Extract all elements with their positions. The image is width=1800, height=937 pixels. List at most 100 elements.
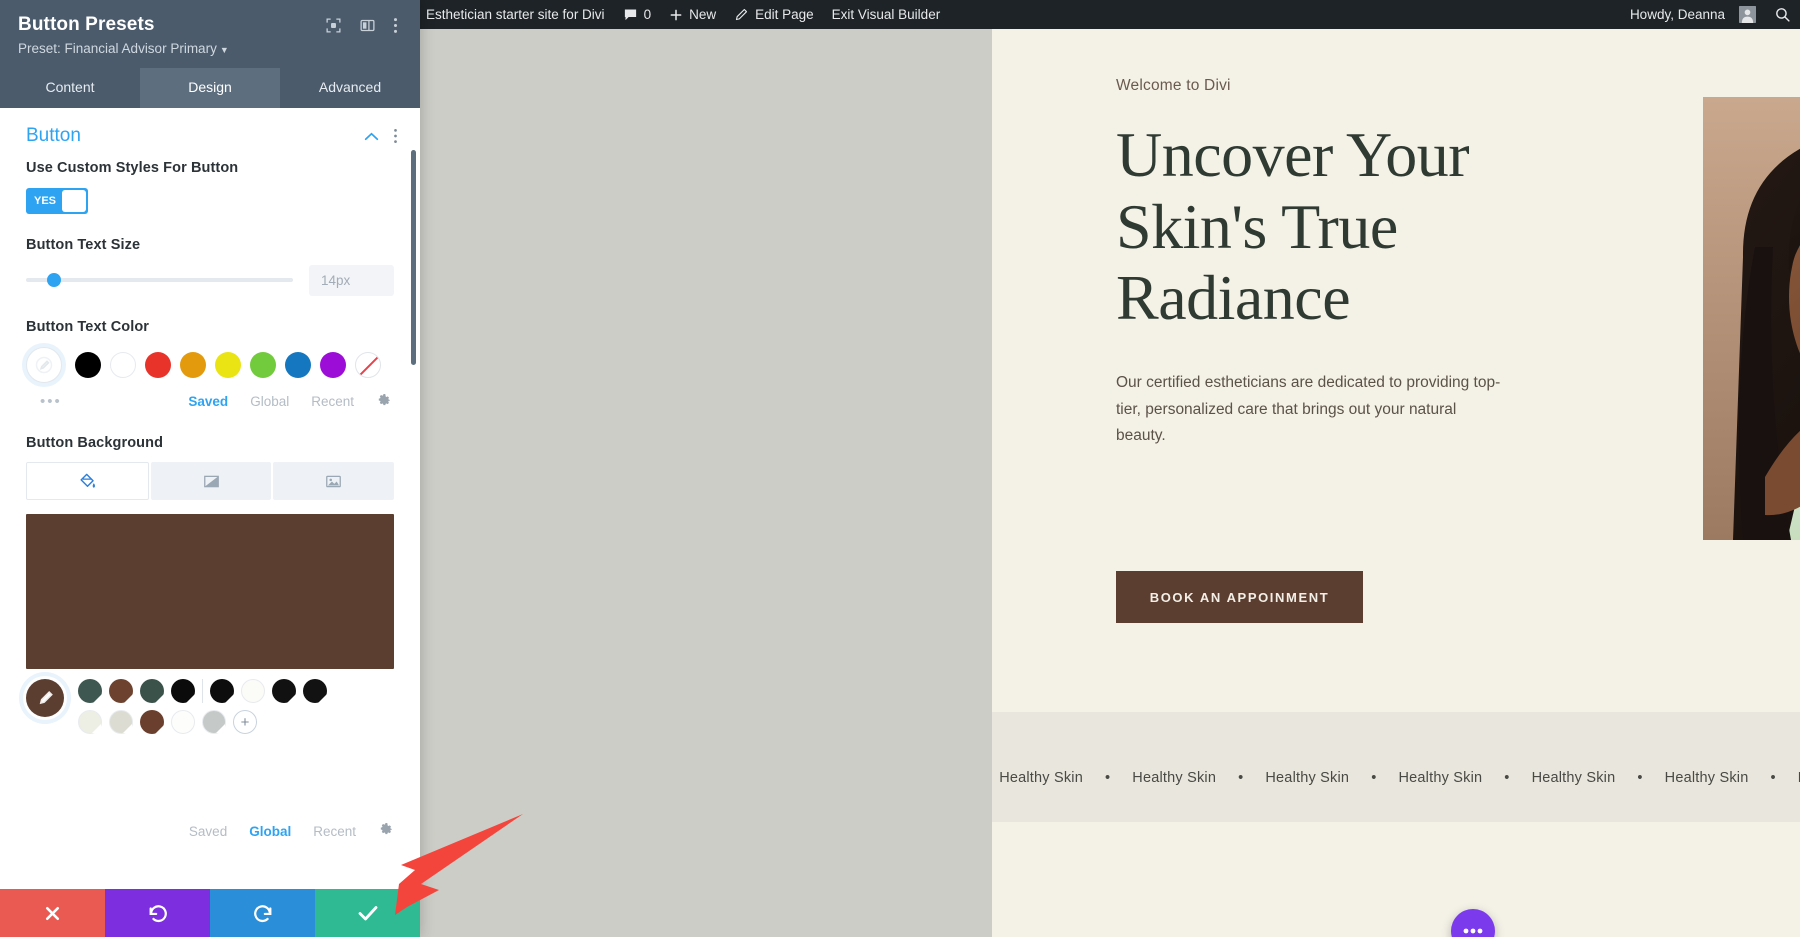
panel-tabs: Content Design Advanced <box>0 68 420 108</box>
button-section-header[interactable]: Button <box>0 108 420 159</box>
palette-cell[interactable] <box>210 679 234 703</box>
bg-link-recent[interactable]: Recent <box>313 824 356 839</box>
search-item[interactable] <box>1765 0 1800 29</box>
slider-track <box>26 278 293 282</box>
palette-cell[interactable] <box>202 710 226 734</box>
preset-selector[interactable]: Preset: Financial Advisor Primary▼ <box>18 41 402 56</box>
page-preview: Welcome to Divi Uncover Your Skin's True… <box>992 29 1800 937</box>
swatch-green[interactable] <box>250 352 276 378</box>
palette-cell[interactable] <box>78 710 102 734</box>
field-button-text-color: Button Text Color <box>0 318 420 412</box>
undo-button[interactable] <box>105 889 210 937</box>
marquee-item: Healthy Skin <box>999 770 1083 786</box>
bg-type-gradient-tab[interactable] <box>151 462 272 500</box>
field-custom-styles: Use Custom Styles For Button YES <box>0 159 420 214</box>
text-color-link-saved[interactable]: Saved <box>188 394 228 409</box>
tab-advanced[interactable]: Advanced <box>280 68 420 108</box>
background-palette: + <box>0 669 420 734</box>
marquee-item: Healthy Skin <box>1665 770 1749 786</box>
howdy-item[interactable]: Howdy, Deanna <box>1621 0 1765 29</box>
paint-bucket-icon <box>78 472 97 491</box>
book-appointment-button[interactable]: BOOK AN APPOINMENT <box>1116 571 1363 623</box>
hero-image <box>1703 97 1800 540</box>
background-palette-cells: + <box>78 679 328 734</box>
toggle-knob <box>62 190 86 212</box>
hero-paragraph: Our certified estheticians are dedicated… <box>1116 370 1508 450</box>
palette-cell[interactable] <box>171 710 195 734</box>
kebab-menu-icon[interactable] <box>393 17 398 34</box>
admin-bar-right: Howdy, Deanna <box>1621 0 1800 29</box>
marquee-strip: Healthy Skin•Healthy Skin•Healthy Skin•H… <box>992 770 1800 786</box>
palette-cell[interactable] <box>109 679 133 703</box>
howdy-label: Howdy, Deanna <box>1630 7 1725 22</box>
background-type-tabs <box>26 462 394 500</box>
swatch-orange[interactable] <box>180 352 206 378</box>
marquee-item: Healthy Skin <box>1398 770 1482 786</box>
palette-cell[interactable] <box>303 679 327 703</box>
exit-visual-builder-label: Exit Visual Builder <box>832 7 941 22</box>
site-name-item[interactable]: Esthetician starter site for Divi <box>395 0 614 29</box>
panel-title: Button Presets <box>18 14 325 36</box>
woman-applying-cream-photo <box>1703 97 1800 540</box>
tab-design[interactable]: Design <box>140 68 280 108</box>
hero-eyebrow: Welcome to Divi <box>1116 77 1546 95</box>
edit-page-item[interactable]: Edit Page <box>725 0 823 29</box>
slider-thumb[interactable] <box>47 273 61 287</box>
text-color-link-global[interactable]: Global <box>250 394 289 409</box>
palette-cell[interactable] <box>140 710 164 734</box>
add-color-button[interactable]: + <box>233 710 257 734</box>
gear-icon[interactable] <box>376 392 392 412</box>
swatch-transparent[interactable] <box>355 352 381 378</box>
bg-link-global[interactable]: Global <box>249 824 291 839</box>
layout-columns-icon[interactable] <box>359 17 376 34</box>
palette-cell[interactable] <box>78 679 102 703</box>
cancel-button[interactable] <box>0 889 105 937</box>
chevron-up-icon[interactable] <box>364 128 379 144</box>
palette-cell[interactable] <box>272 679 296 703</box>
panel-scrollbar[interactable] <box>411 150 416 365</box>
more-colors-ellipsis-icon[interactable]: ••• <box>40 393 62 410</box>
custom-styles-toggle[interactable]: YES <box>26 188 88 214</box>
tab-content[interactable]: Content <box>0 68 140 108</box>
marquee-separator: • <box>1504 770 1509 786</box>
avatar <box>1739 6 1756 23</box>
bg-type-image-tab[interactable] <box>273 462 394 500</box>
swatch-purple[interactable] <box>320 352 346 378</box>
close-icon <box>42 903 63 924</box>
palette-cell[interactable] <box>241 679 265 703</box>
swatch-black[interactable] <box>75 352 101 378</box>
text-color-swatch-row <box>26 347 394 383</box>
palette-cell[interactable] <box>109 710 133 734</box>
bg-gear-icon[interactable] <box>378 821 394 841</box>
bg-type-color-tab[interactable] <box>26 462 149 500</box>
marquee-separator: • <box>1371 770 1376 786</box>
palette-cell[interactable] <box>171 679 195 703</box>
text-color-link-recent[interactable]: Recent <box>311 394 354 409</box>
image-icon <box>324 472 343 491</box>
bg-link-saved[interactable]: Saved <box>189 824 227 839</box>
palette-cell[interactable] <box>140 679 164 703</box>
eyedropper-icon[interactable] <box>26 347 62 383</box>
swatch-white[interactable] <box>110 352 136 378</box>
comments-item[interactable]: 0 <box>614 0 661 29</box>
comment-icon <box>623 7 638 22</box>
marquee-strip-container: Healthy Skin•Healthy Skin•Healthy Skin•H… <box>992 712 1800 822</box>
swatch-red[interactable] <box>145 352 171 378</box>
button-text-size-input[interactable]: 14px <box>309 265 394 296</box>
button-text-size-slider[interactable] <box>26 271 293 289</box>
settings-panel: Button Presets <box>0 0 420 937</box>
swatch-yellow[interactable] <box>215 352 241 378</box>
background-color-preview[interactable] <box>26 514 394 669</box>
redo-button[interactable] <box>210 889 315 937</box>
edit-page-label: Edit Page <box>755 7 814 22</box>
exit-visual-builder-item[interactable]: Exit Visual Builder <box>823 0 950 29</box>
background-eyedropper-icon[interactable] <box>26 679 64 717</box>
undo-icon <box>147 902 169 924</box>
new-item[interactable]: New <box>660 0 725 29</box>
target-icon[interactable] <box>325 17 342 34</box>
save-button[interactable] <box>315 889 420 937</box>
marquee-item: Healthy Skin <box>1132 770 1216 786</box>
section-kebab-menu-icon[interactable] <box>393 128 398 144</box>
button-text-color-label: Button Text Color <box>26 318 394 337</box>
swatch-blue[interactable] <box>285 352 311 378</box>
